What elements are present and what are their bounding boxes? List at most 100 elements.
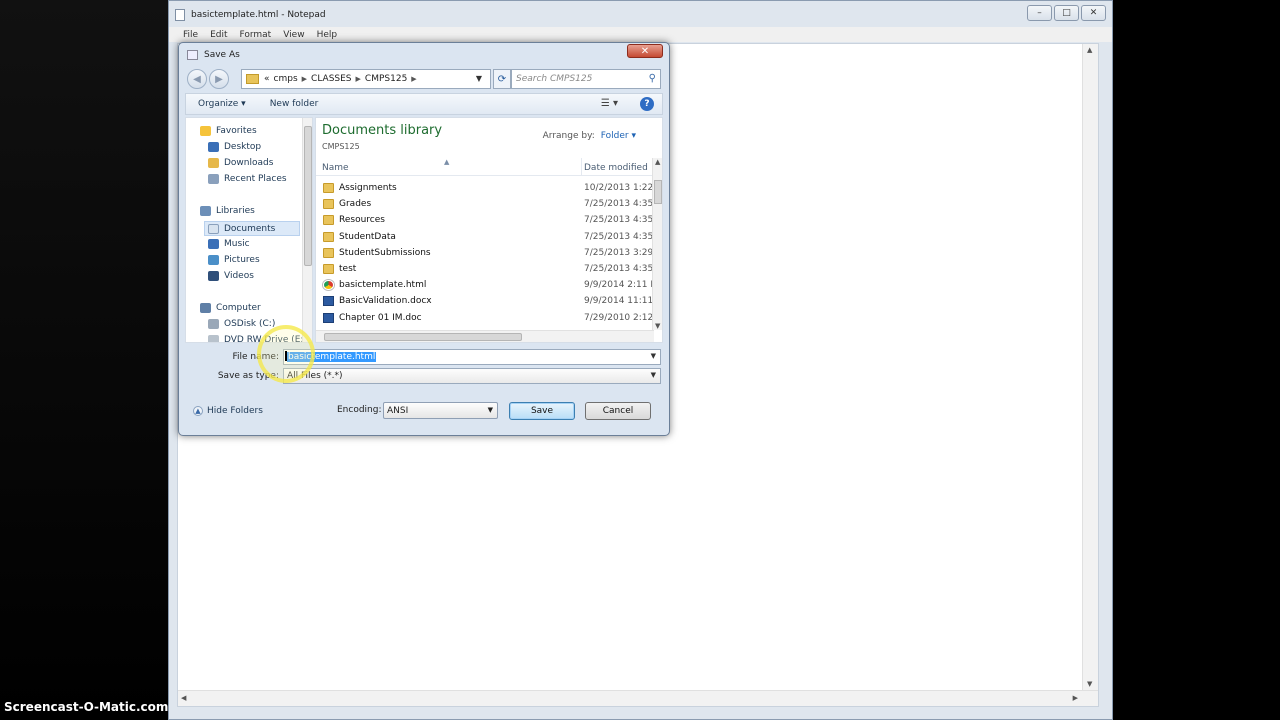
chevron-down-icon[interactable]: ▼ [651, 371, 656, 379]
file-date-modified: 7/25/2013 3:29 PM [584, 247, 652, 258]
notepad-horizontal-scrollbar[interactable]: ◀ ▶ [178, 690, 1098, 706]
address-dropdown-icon[interactable]: ▼ [476, 74, 482, 83]
scroll-down-icon[interactable]: ▼ [655, 322, 660, 330]
notepad-menubar: File Edit Format View Help [169, 27, 1112, 42]
nav-desktop[interactable]: Desktop [208, 142, 261, 152]
breadcrumb-classes[interactable]: CLASSES [311, 74, 352, 84]
forward-arrow-icon[interactable]: ▶ [209, 69, 229, 89]
save-as-type-select[interactable]: All Files (*.*) ▼ [283, 368, 661, 384]
file-name: Assignments [339, 183, 397, 193]
back-arrow-icon[interactable]: ◀ [187, 69, 207, 89]
navigation-pane: Favorites Desktop Downloads Recent Place… [185, 117, 313, 343]
organize-button[interactable]: Organize ▾ [198, 99, 246, 109]
search-input[interactable]: Search CMPS125 ⚲ [511, 69, 661, 89]
chevron-down-icon[interactable]: ▼ [651, 352, 656, 360]
file-date-modified: 7/25/2013 4:35 PM [584, 231, 652, 242]
search-icon[interactable]: ⚲ [649, 73, 656, 84]
file-name: Grades [339, 199, 372, 210]
nav-pictures[interactable]: Pictures [208, 255, 260, 265]
arrange-by-dropdown[interactable]: Folder ▾ [601, 131, 636, 141]
menu-file[interactable]: File [183, 30, 198, 40]
close-icon[interactable]: ✕ [1081, 5, 1106, 21]
arrange-by: Arrange by: Folder ▾ [543, 131, 636, 141]
menu-help[interactable]: Help [317, 30, 338, 40]
menu-view[interactable]: View [283, 30, 304, 40]
cancel-button[interactable]: Cancel [585, 402, 651, 420]
hide-folders-button[interactable]: ▲ Hide Folders [193, 406, 263, 416]
file-date-modified: 9/9/2014 11:11 AM [584, 296, 652, 307]
library-subtitle: CMPS125 [322, 142, 360, 151]
address-bar[interactable]: « cmps ▶ CLASSES ▶ CMPS125 ▶ ▼ [241, 69, 491, 89]
chrome-icon [323, 280, 334, 291]
file-row[interactable]: basictemplate.html 9/9/2014 2:11 PM [316, 277, 654, 293]
nav-documents[interactable]: Documents [204, 221, 300, 236]
nav-libraries[interactable]: Libraries [200, 206, 255, 216]
scroll-down-icon[interactable]: ▼ [1087, 680, 1092, 688]
file-row[interactable]: Chapter 01 IM.doc 7/29/2010 2:12 PM [316, 310, 654, 326]
breadcrumb-cmps[interactable]: cmps [274, 74, 298, 84]
computer-icon [200, 303, 211, 313]
nav-favorites[interactable]: Favorites [200, 126, 257, 136]
file-row[interactable]: StudentData 7/25/2013 4:35 PM [316, 229, 654, 245]
nav-computer[interactable]: Computer [200, 303, 261, 313]
nav-videos[interactable]: Videos [208, 271, 254, 281]
column-date-modified[interactable]: Date modified [584, 163, 648, 173]
menu-edit[interactable]: Edit [210, 30, 227, 40]
file-list-pane: Documents library CMPS125 Arrange by: Fol… [315, 117, 663, 343]
chevron-right-icon[interactable]: ▶ [411, 75, 416, 83]
chevron-right-icon[interactable]: ▶ [356, 75, 361, 83]
save-button[interactable]: Save [509, 402, 575, 420]
column-header: Name ▲ Date modified [316, 158, 654, 176]
file-date-modified: 9/9/2014 2:11 PM [584, 280, 652, 291]
change-view-icon[interactable]: ☰ ▾ [601, 98, 618, 109]
file-hscroll-thumb[interactable] [324, 333, 522, 341]
menu-format[interactable]: Format [240, 30, 272, 40]
hide-folders-label: Hide Folders [207, 406, 263, 416]
address-overflow[interactable]: « [264, 74, 270, 84]
notepad-vertical-scrollbar[interactable]: ▲ ▼ [1082, 44, 1098, 706]
file-scroll-thumb[interactable] [654, 180, 662, 204]
file-date-modified: 7/25/2013 4:35 PM [584, 199, 652, 210]
breadcrumb-cmps125[interactable]: CMPS125 [365, 74, 407, 84]
nav-music[interactable]: Music [208, 239, 250, 249]
maximize-icon[interactable]: □ [1054, 5, 1079, 21]
chevron-right-icon[interactable]: ▶ [302, 75, 307, 83]
refresh-icon[interactable]: ⟳ [493, 69, 511, 89]
help-icon[interactable]: ? [640, 97, 654, 111]
folder-icon [323, 199, 334, 210]
scroll-left-icon[interactable]: ◀ [181, 694, 186, 702]
file-row[interactable]: BasicValidation.docx 9/9/2014 11:11 AM [316, 293, 654, 309]
file-row[interactable]: Assignments 10/2/2013 1:22 PM [316, 180, 654, 196]
file-row[interactable]: test 7/25/2013 4:35 PM [316, 261, 654, 277]
file-row[interactable]: Resources 7/25/2013 4:35 PM [316, 212, 654, 228]
scroll-right-icon[interactable]: ▶ [1073, 694, 1078, 702]
file-name-input[interactable]: basictemplate.html ▼ [283, 349, 661, 365]
scroll-up-icon[interactable]: ▲ [1087, 46, 1092, 54]
nav-scroll-thumb[interactable] [304, 126, 312, 266]
file-date-modified: 7/29/2010 2:12 PM [584, 312, 652, 323]
dialog-close-button[interactable]: ✕ [627, 44, 663, 58]
nav-scrollbar[interactable] [302, 118, 312, 342]
file-horizontal-scrollbar[interactable] [316, 330, 654, 342]
file-row[interactable]: Grades 7/25/2013 4:35 PM [316, 196, 654, 212]
desktop-background-right [1113, 0, 1280, 720]
column-divider[interactable] [581, 158, 582, 176]
star-icon [200, 126, 211, 136]
nav-downloads[interactable]: Downloads [208, 158, 273, 168]
folder-icon [323, 247, 334, 258]
nav-recent-places[interactable]: Recent Places [208, 174, 287, 184]
minimize-icon[interactable]: – [1027, 5, 1052, 21]
word-doc-icon [323, 296, 334, 307]
folder-icon [323, 215, 334, 226]
column-name[interactable]: Name [322, 163, 349, 173]
save-as-dialog: Save As ✕ ◀ ▶ « cmps ▶ CLASSES ▶ CMPS125… [178, 42, 670, 436]
nav-osdisk[interactable]: OSDisk (C:) [208, 319, 275, 329]
encoding-select[interactable]: ANSI ▼ [383, 402, 498, 419]
file-name: basictemplate.html [339, 280, 427, 291]
chevron-down-icon[interactable]: ▼ [488, 406, 493, 414]
file-row[interactable]: StudentSubmissions 7/25/2013 3:29 PM [316, 245, 654, 261]
new-folder-button[interactable]: New folder [270, 99, 319, 109]
scroll-up-icon[interactable]: ▲ [655, 158, 660, 166]
videos-icon [208, 271, 219, 281]
file-name: BasicValidation.docx [339, 296, 432, 307]
